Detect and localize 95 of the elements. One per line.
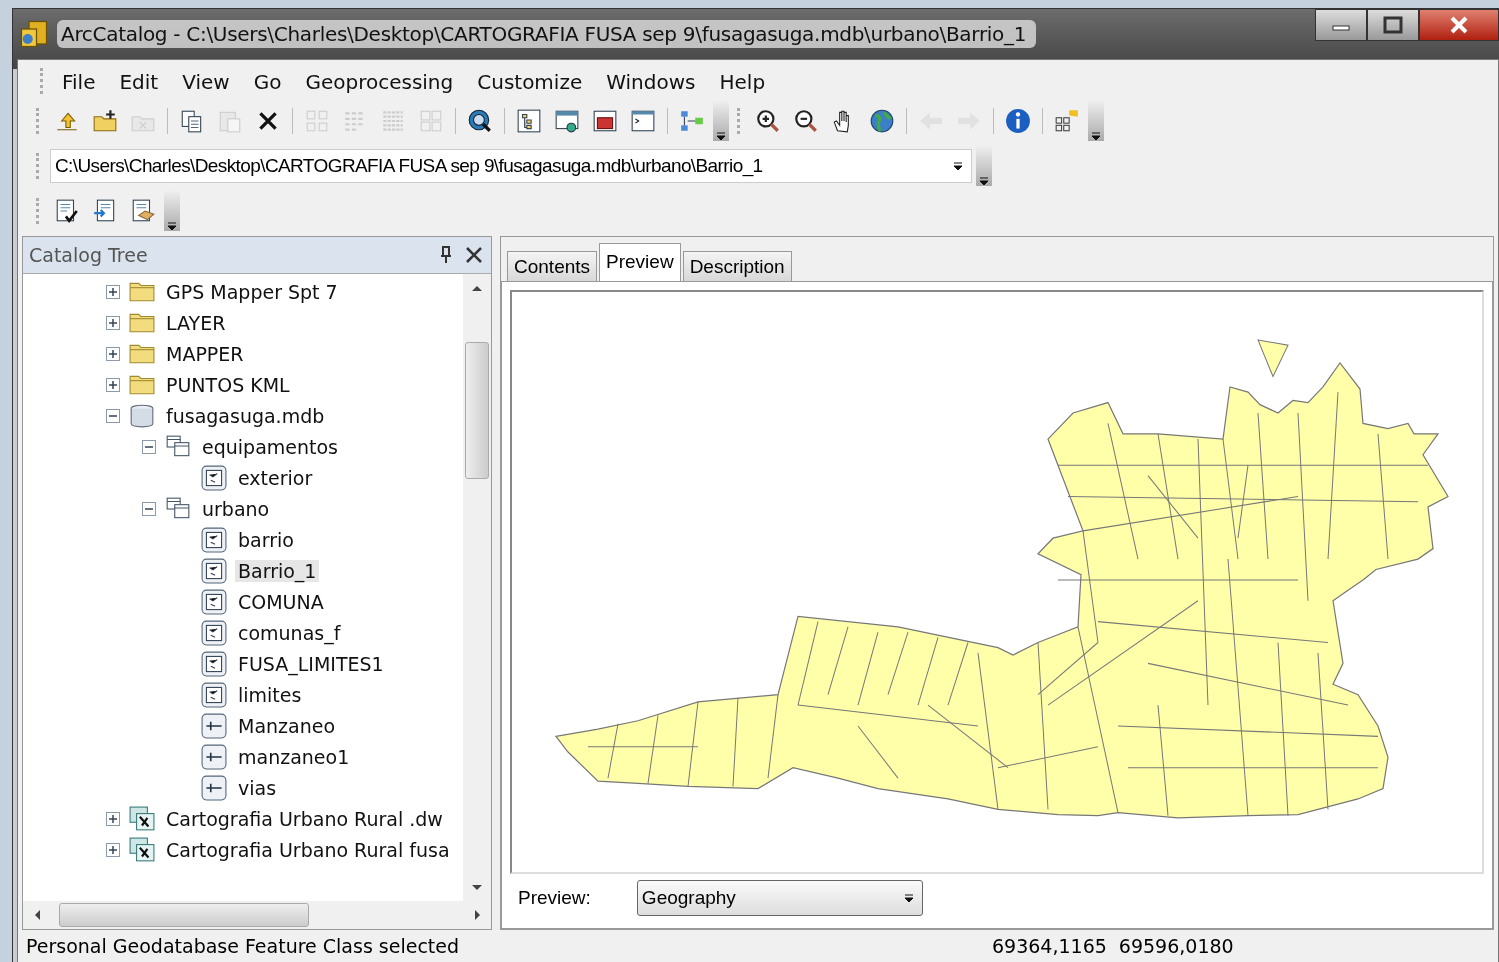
app-icon	[19, 19, 49, 49]
menu-item[interactable]: Edit	[107, 68, 171, 96]
tree-item[interactable]: barrio	[235, 528, 297, 551]
expand-icon[interactable]	[105, 376, 121, 393]
menu-item[interactable]: Go	[241, 68, 294, 96]
close-icon	[1448, 15, 1470, 35]
tree-item[interactable]: Cartografia Urbano Rural .dw	[163, 807, 446, 830]
polygon-feature-icon	[201, 557, 227, 584]
menu-item[interactable]: Help	[707, 68, 778, 96]
large-icons-icon	[304, 108, 330, 134]
expand-icon[interactable]	[105, 841, 121, 858]
globe-icon	[869, 108, 895, 134]
maximize-button[interactable]	[1367, 9, 1419, 41]
tree-window-icon	[516, 108, 542, 134]
tree-item[interactable]: limites	[235, 683, 305, 706]
line-feature-icon	[201, 743, 227, 770]
command-window-icon	[630, 108, 656, 134]
toolbar-options-button[interactable]	[164, 191, 180, 231]
panel-title: Catalog Tree	[29, 244, 149, 266]
tab[interactable]: Contents	[507, 251, 598, 281]
scrollbar-thumb[interactable]	[59, 903, 309, 927]
polygon-feature-icon	[201, 650, 227, 677]
polygon-feature-icon	[201, 588, 227, 615]
thumbnails-icon	[418, 108, 444, 134]
toolbar-options-button[interactable]	[1088, 101, 1104, 141]
tree-item[interactable]: Barrio_1	[235, 559, 320, 582]
tree-item[interactable]: fusagasuga.mdb	[163, 404, 328, 427]
grid-arrow-icon	[1054, 108, 1080, 134]
database-icon	[129, 402, 155, 429]
zoom-in-icon	[755, 108, 781, 134]
line-feature-icon	[201, 712, 227, 739]
caret-icon	[1091, 131, 1101, 141]
polygon-feature-icon	[201, 526, 227, 553]
polygon-feature-icon	[201, 619, 227, 646]
tree-item[interactable]: LAYER	[163, 311, 229, 334]
document-check-icon	[54, 198, 80, 224]
zoom-out-icon	[793, 108, 819, 134]
document-export-icon	[130, 198, 156, 224]
maximize-icon	[1383, 16, 1403, 34]
details-view-icon	[380, 108, 406, 134]
collapse-icon[interactable]	[141, 438, 157, 455]
search-window-icon	[554, 108, 580, 134]
tab[interactable]: Description	[682, 251, 792, 281]
x-coordinate: 69364,1165	[992, 935, 1107, 957]
window-title: ArcCatalog - C:\Users\Charles\Desktop\CARTOGRAFIA FUSA sep 9\fusagasuga.mdb\urbano\Barrio_1	[57, 20, 1037, 48]
tree-item[interactable]: urbano	[199, 497, 273, 520]
caret-icon	[979, 176, 989, 186]
caret-icon	[953, 161, 963, 171]
caret-icon	[716, 131, 726, 141]
tree-item[interactable]: exterior	[235, 466, 316, 489]
info-icon	[1005, 108, 1031, 134]
model-nodes-icon	[679, 108, 705, 134]
collapse-icon[interactable]	[141, 500, 157, 517]
tree-item[interactable]: GPS Mapper Spt 7	[163, 280, 341, 303]
toolbar-options-button[interactable]	[976, 146, 992, 186]
tree-item[interactable]: COMUNA	[235, 590, 327, 613]
scrollbar-thumb[interactable]	[465, 342, 489, 479]
tab[interactable]: Preview	[599, 243, 681, 281]
line-feature-icon	[201, 774, 227, 801]
caret-icon	[167, 221, 177, 231]
caret-icon	[903, 893, 914, 903]
minimize-button[interactable]	[1315, 9, 1367, 41]
toolbar-options-button[interactable]	[713, 101, 729, 141]
tree-item[interactable]: MAPPER	[163, 342, 247, 365]
menu-item[interactable]: Windows	[594, 68, 708, 96]
toolbox-icon	[592, 108, 618, 134]
location-field[interactable]: C:\Users\Charles\Desktop\CARTOGRAFIA FUSA sep 9\fusagasuga.mdb\urbano\Barrio_1	[50, 149, 972, 183]
expand-icon[interactable]	[105, 345, 121, 362]
expand-icon[interactable]	[105, 314, 121, 331]
search-globe-icon	[467, 108, 493, 134]
menu-item[interactable]: Customize	[465, 68, 595, 96]
expand-icon[interactable]	[105, 283, 121, 300]
y-coordinate: 69596,0180	[1118, 935, 1234, 957]
tree-item[interactable]: PUNTOS KML	[163, 373, 293, 396]
tree-item[interactable]: Cartografia Urbano Rural fusa	[163, 838, 453, 861]
preview-label: Preview:	[518, 887, 591, 909]
preview-dropdown[interactable]: Geography	[636, 880, 923, 916]
tree-item[interactable]: FUSA_LIMITES1	[235, 652, 387, 675]
polygon-feature-icon	[201, 681, 227, 708]
polygon-feature-icon	[201, 464, 227, 491]
tree-item[interactable]: Manzaneo	[235, 714, 339, 737]
tree-item[interactable]: equipamentos	[199, 435, 341, 458]
folder-plus-icon	[92, 108, 118, 134]
status-message: Personal Geodatabase Feature Class selected	[26, 935, 461, 957]
collapse-icon[interactable]	[105, 407, 121, 424]
tree-item[interactable]: manzaneo1	[235, 745, 353, 768]
menu-item[interactable]: Geoprocessing	[293, 68, 466, 96]
menu-item[interactable]: View	[170, 68, 242, 96]
tree-item[interactable]: vias	[235, 776, 280, 799]
close-button[interactable]	[1419, 9, 1499, 41]
tree-item[interactable]: comunas_f	[235, 621, 344, 644]
cad-dataset-icon	[129, 836, 155, 863]
cad-dataset-icon	[129, 805, 155, 832]
menu-item[interactable]: File	[50, 68, 108, 96]
expand-icon[interactable]	[105, 810, 121, 827]
